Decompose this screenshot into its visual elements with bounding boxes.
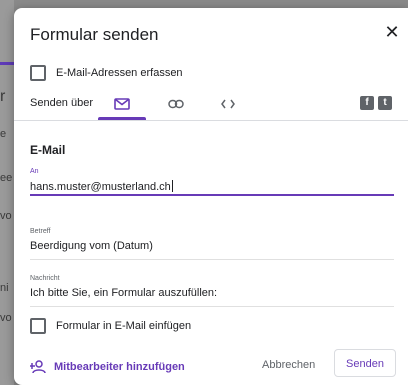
to-field[interactable]: hans.muster@musterland.ch bbox=[30, 180, 394, 193]
collect-emails-checkbox[interactable] bbox=[30, 65, 46, 81]
background-page bbox=[0, 0, 14, 385]
include-form-checkbox[interactable] bbox=[30, 318, 46, 334]
email-section-title: E-Mail bbox=[30, 143, 66, 157]
dialog-title: Formular senden bbox=[30, 25, 159, 44]
cancel-button[interactable]: Abbrechen bbox=[262, 359, 315, 371]
close-icon[interactable]: ✕ bbox=[382, 22, 402, 42]
to-field-value: hans.muster@musterland.ch bbox=[30, 181, 171, 193]
mail-icon bbox=[114, 98, 130, 110]
add-collaborators-label: Mitbearbeiter hinzufügen bbox=[54, 361, 185, 373]
tab-email[interactable] bbox=[110, 92, 134, 116]
background-text: ee bbox=[0, 172, 13, 184]
send-via-label: Senden über bbox=[30, 97, 93, 109]
background-text: vo bbox=[0, 312, 12, 324]
message-field-underline bbox=[30, 306, 394, 307]
message-field[interactable]: Ich bitte Sie, ein Formular auszufüllen: bbox=[30, 287, 394, 299]
twitter-icon[interactable]: t bbox=[378, 96, 392, 110]
background-accent-stripe bbox=[0, 62, 14, 65]
background-text: ni bbox=[0, 282, 9, 294]
tab-embed[interactable] bbox=[216, 92, 240, 116]
facebook-icon[interactable]: f bbox=[360, 96, 374, 110]
collect-emails-label: E-Mail-Adressen erfassen bbox=[56, 67, 183, 79]
background-text: e bbox=[0, 128, 7, 140]
include-form-option[interactable]: Formular in E-Mail einfügen bbox=[30, 318, 191, 334]
include-form-label: Formular in E-Mail einfügen bbox=[56, 320, 192, 332]
message-field-label: Nachricht bbox=[30, 275, 60, 282]
embed-icon bbox=[221, 99, 235, 109]
text-caret bbox=[171, 180, 173, 192]
subject-field-label: Betreff bbox=[30, 228, 51, 235]
to-field-underline bbox=[30, 194, 394, 196]
background-text: vo bbox=[0, 210, 12, 222]
send-button[interactable]: Senden bbox=[334, 349, 396, 377]
divider bbox=[14, 120, 408, 121]
background-text: r bbox=[0, 88, 6, 105]
collect-emails-option[interactable]: E-Mail-Adressen erfassen bbox=[30, 65, 183, 81]
add-collaborators-button[interactable]: Mitbearbeiter hinzufügen bbox=[30, 360, 185, 374]
add-person-icon bbox=[30, 360, 46, 374]
to-field-label: An bbox=[30, 168, 39, 175]
subject-field[interactable]: Beerdigung vom (Datum) bbox=[30, 240, 394, 252]
send-form-dialog: Formular senden ✕ E-Mail-Adressen erfass… bbox=[14, 8, 408, 385]
tab-link[interactable] bbox=[164, 92, 188, 116]
subject-field-underline bbox=[30, 259, 394, 260]
link-icon bbox=[168, 99, 184, 109]
